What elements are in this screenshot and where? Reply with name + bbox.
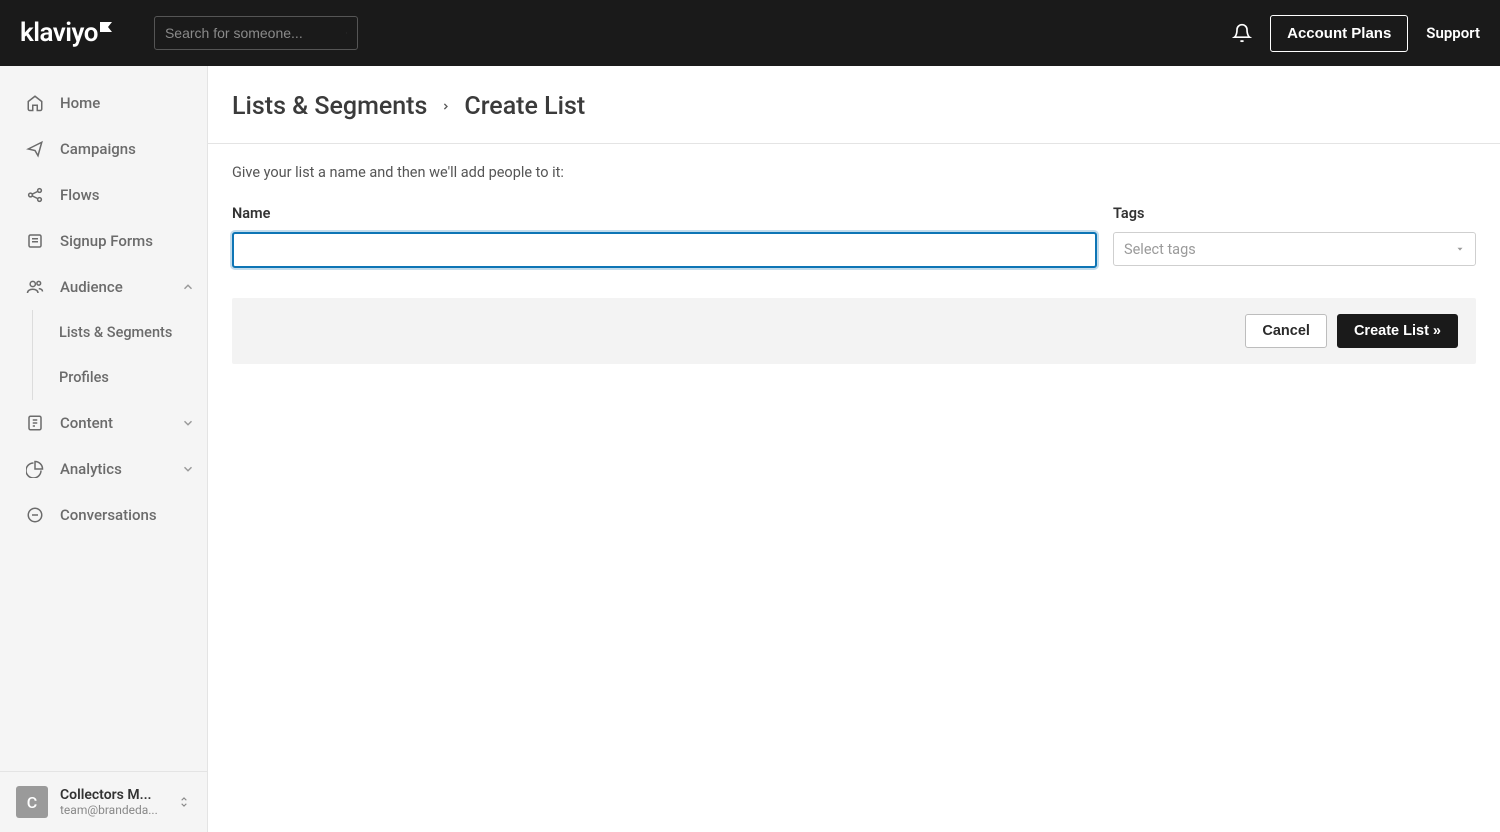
sidebar-item-label: Campaigns (60, 140, 136, 158)
sidebar-item-label: Signup Forms (60, 232, 153, 250)
sidebar-item-label: Audience (60, 278, 123, 296)
chat-icon (26, 506, 44, 524)
sidebar-item-analytics[interactable]: Analytics (0, 446, 207, 492)
helper-text: Give your list a name and then we'll add… (232, 164, 1476, 181)
main-content: Lists & Segments Create List Give your l… (208, 66, 1500, 832)
send-icon (26, 140, 44, 158)
sidebar-item-label: Content (60, 414, 113, 432)
form-row: Name Tags Select tags (232, 205, 1476, 268)
account-name: Collectors M... (60, 787, 165, 803)
support-link[interactable]: Support (1426, 24, 1480, 42)
name-field: Name (232, 205, 1097, 268)
sidebar-item-label: Conversations (60, 506, 157, 524)
breadcrumb-parent[interactable]: Lists & Segments (232, 92, 427, 121)
caret-down-icon (1455, 244, 1465, 254)
logo-text: klaviyo (20, 18, 98, 48)
content-icon (26, 414, 44, 432)
avatar: C (16, 786, 48, 818)
sidebar-item-audience[interactable]: Audience (0, 264, 207, 310)
users-icon (26, 278, 44, 296)
sidebar-subitem-lists-segments[interactable]: Lists & Segments (33, 310, 207, 355)
sidebar-item-conversations[interactable]: Conversations (0, 492, 207, 538)
pie-icon (26, 460, 44, 478)
share-icon (26, 186, 44, 204)
sidebar: Home Campaigns Flows Signup Forms Audien… (0, 66, 208, 832)
topbar-right: Account Plans Support (1232, 15, 1480, 52)
account-plans-button[interactable]: Account Plans (1270, 15, 1408, 52)
tags-placeholder: Select tags (1124, 241, 1196, 258)
home-icon (26, 94, 44, 112)
name-input[interactable] (232, 232, 1097, 268)
audience-subnav: Lists & Segments Profiles (32, 310, 207, 400)
logo[interactable]: klaviyo (20, 18, 112, 48)
search-icon[interactable] (346, 26, 347, 40)
sidebar-item-label: Flows (60, 186, 99, 204)
sidebar-item-signup-forms[interactable]: Signup Forms (0, 218, 207, 264)
sidebar-subitem-profiles[interactable]: Profiles (33, 355, 207, 400)
topbar: klaviyo Account Plans Support (0, 0, 1500, 66)
tags-select[interactable]: Select tags (1113, 232, 1476, 266)
sidebar-item-flows[interactable]: Flows (0, 172, 207, 218)
sidebar-item-label: Home (60, 94, 100, 112)
updown-icon (177, 795, 191, 809)
page-body: Give your list a name and then we'll add… (208, 144, 1500, 384)
logo-flag-icon (100, 22, 112, 32)
action-bar: Cancel Create List » (232, 298, 1476, 364)
breadcrumb: Lists & Segments Create List (232, 92, 1476, 121)
account-email: team@brandeda... (60, 803, 165, 817)
form-icon (26, 232, 44, 250)
account-switcher[interactable]: C Collectors M... team@brandeda... (0, 771, 207, 832)
primary-nav: Home Campaigns Flows Signup Forms Audien… (0, 66, 207, 771)
breadcrumb-current: Create List (464, 92, 585, 121)
chevron-down-icon (181, 416, 195, 430)
chevron-right-icon (441, 102, 450, 111)
tags-label: Tags (1113, 205, 1476, 222)
notifications-icon[interactable] (1232, 23, 1252, 43)
chevron-up-icon (181, 280, 195, 294)
page-header: Lists & Segments Create List (208, 66, 1500, 144)
name-label: Name (232, 205, 1097, 222)
chevron-down-icon (181, 462, 195, 476)
sidebar-item-campaigns[interactable]: Campaigns (0, 126, 207, 172)
search-input[interactable] (165, 25, 346, 41)
sidebar-item-home[interactable]: Home (0, 80, 207, 126)
account-info: Collectors M... team@brandeda... (60, 787, 165, 817)
tags-field: Tags Select tags (1113, 205, 1476, 266)
sidebar-item-label: Analytics (60, 460, 122, 478)
cancel-button[interactable]: Cancel (1245, 314, 1327, 348)
sidebar-item-content[interactable]: Content (0, 400, 207, 446)
search-container (154, 16, 358, 50)
create-list-button[interactable]: Create List » (1337, 314, 1458, 348)
